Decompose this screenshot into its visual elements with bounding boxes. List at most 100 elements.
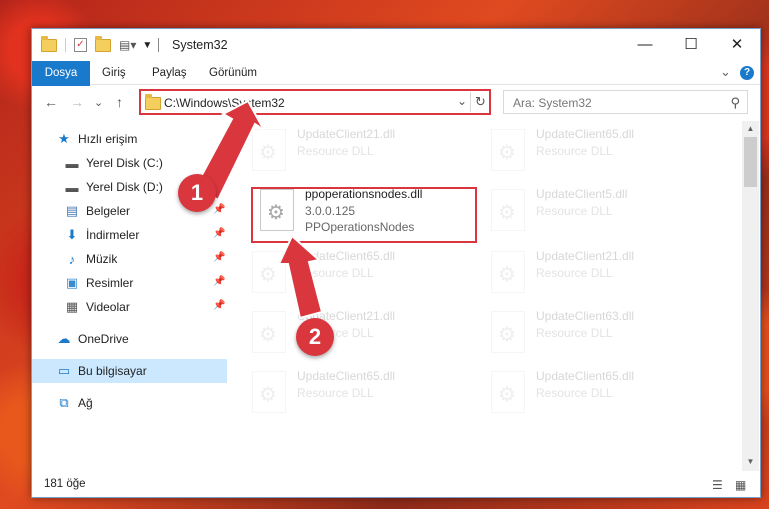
pin-icon[interactable]: 📌 [213,300,225,311]
sidebar-item-this-pc[interactable]: ▭ Bu bilgisayar [32,359,227,383]
file-name: UpdateClient5.dll [536,187,628,201]
sidebar-item-network[interactable]: ⧉ Ağ [32,391,227,415]
large-icons-view-icon[interactable]: ▦ [735,478,746,492]
toolbar-divider [158,38,160,52]
address-path[interactable]: C:\Windows\System32 [164,96,285,110]
sidebar-item-label: OneDrive [78,332,129,346]
file-name: UpdateClient21.dll [297,127,396,141]
file-name: UpdateClient21.dll [536,249,635,263]
search-input[interactable]: Ara: System32 ⚲ [503,90,748,114]
tab-share[interactable]: Paylaş [142,61,197,85]
pin-icon[interactable]: 📌 [213,156,225,167]
videos-icon: ▦ [65,299,79,314]
file-item[interactable]: UpdateClient5.dll Resource DLL [485,185,715,237]
new-folder-icon[interactable] [95,35,111,52]
file-description: Resource DLL [297,386,374,400]
scrollbar-thumb[interactable] [744,137,757,187]
sidebar-item-quick-access[interactable]: ★ Hızlı erişim [32,127,227,151]
file-name: UpdateClient63.dll [536,309,635,323]
search-icon[interactable]: ⚲ [730,95,740,111]
file-item[interactable]: UpdateClient21.dll Resource DLL [485,247,715,299]
sidebar-item-label: Resimler [86,276,134,290]
dll-file-icon [252,311,286,353]
maximize-button[interactable]: ☐ [668,29,714,59]
file-item[interactable]: UpdateClient21.dll Resource DLL [246,125,476,177]
sidebar-item-disk-c[interactable]: ▬ Yerel Disk (C:) 📌 [32,151,227,175]
scroll-down-icon[interactable]: ▼ [742,457,759,466]
help-icon[interactable]: ? [740,66,754,80]
file-item[interactable]: UpdateClient21.dll Resource DLL [246,307,476,359]
step-1-badge: 1 [178,174,216,212]
sidebar-item-label: Hızlı erişim [78,132,138,146]
file-item[interactable]: UpdateClient65.dll Resource DLL [485,125,715,177]
drive-icon: ▬ [65,155,79,171]
drive-icon: ▬ [65,179,79,195]
status-bar: 181 öğe ☰ ▦ [32,472,760,497]
sidebar-item-pictures[interactable]: ▣ Resimler 📌 [32,271,227,295]
toolbar-dropdown-icon[interactable]: ▼ [142,40,152,51]
folder-icon [145,94,161,110]
ribbon-expand-icon[interactable]: ⌄ [720,64,731,80]
vertical-scrollbar[interactable]: ▲ ▼ [742,121,759,471]
file-list: UpdateClient21.dll Resource DLL UpdateCl… [240,121,740,471]
quick-access-toolbar: ✓ ▤▾ ▼ [41,35,160,54]
sidebar-item-onedrive[interactable]: ☁ OneDrive [32,327,227,351]
navigation-bar: ← → ⌄ ↑ C:\Windows\System32 ⌄ ↻ Ara: Sys… [32,86,760,118]
file-description: Resource DLL [297,266,374,280]
dll-file-icon [491,189,525,231]
sidebar-item-music[interactable]: ♪ Müzik 📌 [32,247,227,271]
sidebar-item-label: Videolar [86,300,130,314]
minimize-button[interactable]: — [622,29,668,59]
file-item[interactable]: UpdateClient65.dll Resource DLL [246,367,476,419]
file-description: Resource DLL [536,144,613,158]
title-bar: ✓ ▤▾ ▼ System32 — ☐ ✕ [32,29,760,61]
pin-icon[interactable]: 📌 [213,276,225,287]
computer-icon: ▭ [57,363,71,378]
dll-file-icon [491,371,525,413]
refresh-button[interactable]: ↻ [470,92,490,112]
item-count: 181 öğe [44,478,86,490]
address-bar[interactable]: C:\Windows\System32 ⌄ [139,89,491,115]
pin-icon[interactable]: 📌 [213,252,225,263]
sidebar-item-label: Yerel Disk (D:) [86,180,163,194]
customize-toolbar-icon[interactable]: ▤▾ [119,38,136,52]
sidebar-item-label: Yerel Disk (C:) [86,156,163,170]
recent-locations-button[interactable]: ⌄ [94,96,103,109]
forward-button[interactable]: → [70,94,84,110]
onedrive-icon: ☁ [57,331,71,346]
pin-icon[interactable]: 📌 [213,204,225,215]
search-placeholder: Ara: System32 [513,96,592,110]
file-item[interactable]: UpdateClient65.dll Resource DLL [246,247,476,299]
back-button[interactable]: ← [44,94,58,110]
ribbon-tabs: Dosya Giriş Paylaş Görünüm ⌄ ? [32,61,760,113]
address-dropdown-icon[interactable]: ⌄ [457,94,467,108]
sidebar-item-label: İndirmeler [86,228,140,242]
tab-home[interactable]: Giriş [92,61,136,85]
dll-file-icon [491,251,525,293]
window-title: System32 [172,38,228,52]
highlight-box [251,187,477,243]
file-description: Resource DLL [536,386,613,400]
sidebar-item-videos[interactable]: ▦ Videolar 📌 [32,295,227,319]
file-explorer-window: ✓ ▤▾ ▼ System32 — ☐ ✕ Dosya Giriş Paylaş… [31,28,761,498]
file-name: UpdateClient65.dll [536,127,635,141]
folder-icon[interactable] [41,35,57,52]
dll-file-icon [252,251,286,293]
star-icon: ★ [58,131,70,146]
file-item[interactable]: UpdateClient65.dll Resource DLL [485,367,715,419]
up-button[interactable]: ↑ [116,94,123,110]
documents-icon: ▤ [65,203,79,218]
dll-file-icon [491,311,525,353]
details-view-icon[interactable]: ☰ [712,478,723,492]
file-description: Resource DLL [536,204,613,218]
sidebar-item-label: Ağ [78,396,93,410]
close-button[interactable]: ✕ [714,29,760,59]
file-item[interactable]: UpdateClient63.dll Resource DLL [485,307,715,359]
file-description: Resource DLL [536,266,613,280]
file-description: Resource DLL [297,144,374,158]
scroll-up-icon[interactable]: ▲ [742,124,759,133]
sidebar-item-downloads[interactable]: ⬇ İndirmeler 📌 [32,223,227,247]
tab-view[interactable]: Görünüm [199,61,267,85]
properties-icon[interactable]: ✓ [74,38,87,52]
pin-icon[interactable]: 📌 [213,228,225,239]
